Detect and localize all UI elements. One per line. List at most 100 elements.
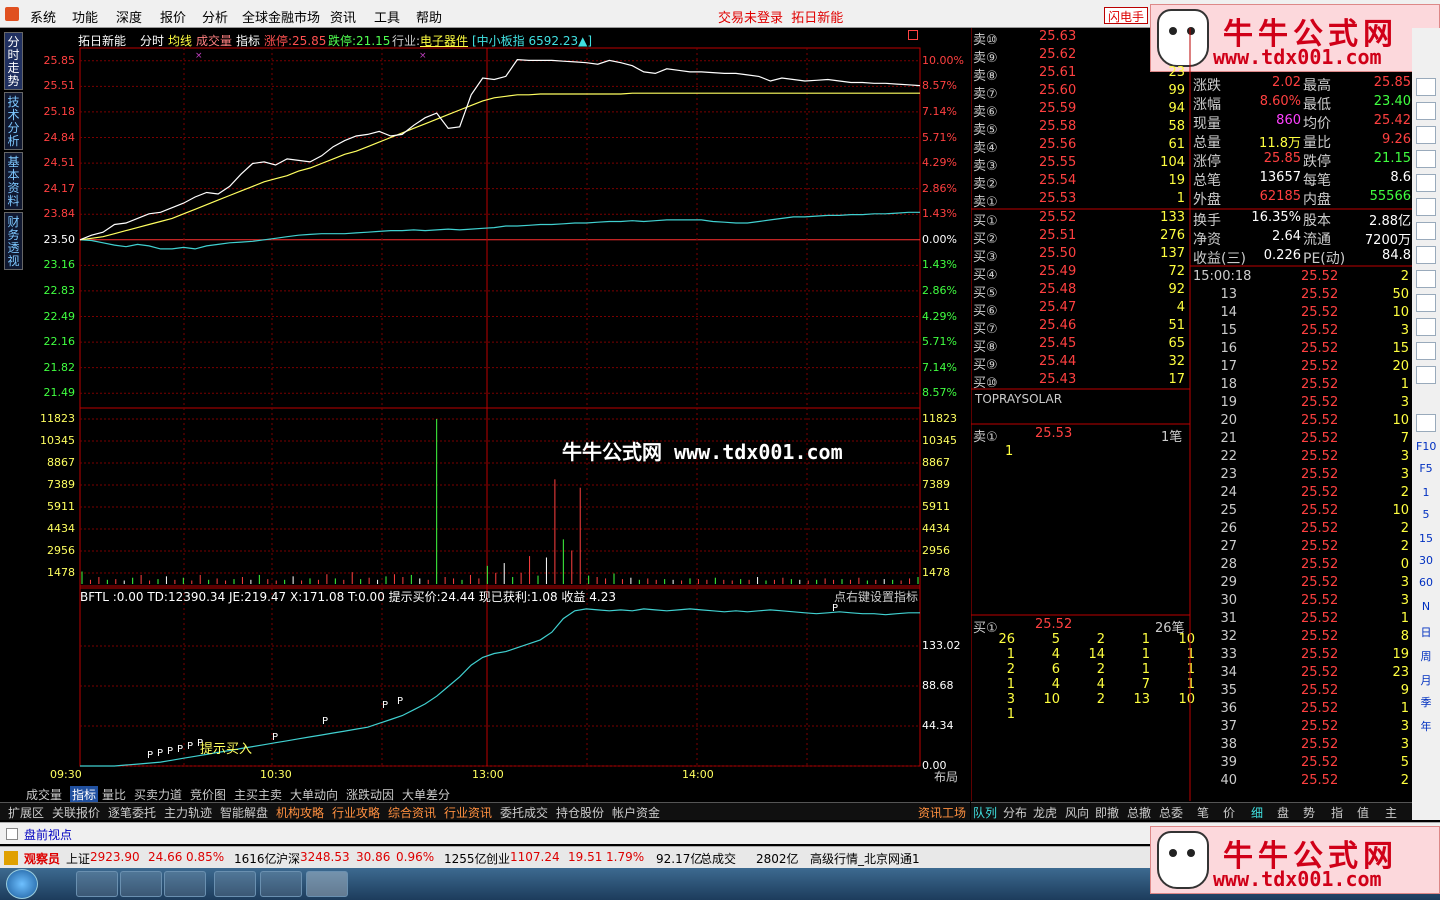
menu-news[interactable]: 资讯 — [330, 7, 356, 26]
ftab-orders[interactable]: 逐笔委托 — [108, 804, 156, 821]
toolbar-period-周[interactable]: 周 — [1416, 648, 1436, 666]
rtab-wind[interactable]: 风向 — [1065, 804, 1089, 821]
ftab-account[interactable]: 帐户资金 — [612, 804, 660, 821]
ftab-industry-news[interactable]: 行业资讯 — [444, 804, 492, 821]
rtab-index[interactable]: 指 — [1331, 804, 1343, 821]
toolbar-period-日[interactable]: 日 — [1416, 624, 1436, 642]
ftab-holdings[interactable]: 持仓股份 — [556, 804, 604, 821]
layout-button[interactable]: 布局 — [934, 768, 958, 785]
toolbar-period-年[interactable]: 年 — [1416, 718, 1436, 736]
rtab-book[interactable]: 盘 — [1277, 804, 1289, 821]
chart-tab-indicator[interactable]: 指标 — [236, 32, 260, 49]
login-status[interactable]: 交易未登录 拓日新能 — [718, 7, 843, 26]
chart-tab-fenshi[interactable]: 分时 — [140, 32, 164, 49]
toolbar-icon-1[interactable] — [1416, 78, 1436, 96]
taskbar-app-2-icon[interactable] — [120, 871, 162, 897]
menu-help[interactable]: 帮助 — [416, 7, 442, 26]
subtab-main-buy-sell[interactable]: 主买主卖 — [234, 786, 282, 802]
start-button-icon[interactable] — [6, 869, 38, 899]
premarket-link[interactable]: 盘前视点 — [24, 826, 72, 843]
toolbar-chart-icon[interactable] — [1416, 318, 1436, 336]
toolbar-icon-2[interactable] — [1416, 102, 1436, 120]
subtab-drivers[interactable]: 涨跌动因 — [346, 786, 394, 802]
menu-system[interactable]: 系统 — [30, 7, 56, 26]
rtab-cancel[interactable]: 即撤 — [1095, 804, 1119, 821]
toolbar-icon-3[interactable] — [1416, 126, 1436, 144]
taskbar-app-4-icon[interactable] — [214, 871, 256, 897]
rtab-dragon[interactable]: 龙虎 — [1033, 804, 1057, 821]
toolbar-period-季[interactable]: 季 — [1416, 694, 1436, 712]
flash-trade-button[interactable]: 闪电手 — [1104, 7, 1148, 24]
toolbar-icon-7[interactable] — [1416, 222, 1436, 240]
rtab-price[interactable]: 价 — [1223, 804, 1235, 821]
toolbar-icon-8[interactable] — [1416, 246, 1436, 264]
ftab-news[interactable]: 综合资讯 — [388, 804, 436, 821]
subtab-buy-sell-force[interactable]: 买卖力道 — [134, 786, 182, 802]
server-status[interactable]: 高级行情_北京网通1 — [810, 850, 920, 867]
menu-global-market[interactable]: 全球金融市场 — [242, 7, 320, 26]
subtab-auction[interactable]: 竞价图 — [190, 786, 226, 802]
taskbar-app-1-icon[interactable] — [76, 871, 118, 897]
subtab-volume[interactable]: 成交量 — [26, 786, 62, 802]
rtab-main[interactable]: 主 — [1385, 804, 1397, 821]
chart-tab-volume[interactable]: 成交量 — [196, 32, 232, 49]
rtab-detail[interactable]: 细 — [1251, 804, 1263, 821]
ftab-trades[interactable]: 委托成交 — [500, 804, 548, 821]
taskbar-app-5-icon[interactable] — [260, 871, 302, 897]
intraday-chart[interactable]: P P P P P P P P P P P × × 拓日新能 分时 均线 成交量 指标 涨停:25.85… — [22, 28, 970, 788]
toolbar-period-60[interactable]: 60 — [1416, 576, 1436, 594]
taskbar-app-3-icon[interactable] — [164, 871, 206, 897]
toolbar-chart2-icon[interactable] — [1416, 342, 1436, 360]
toolbar-period-15[interactable]: 15 — [1416, 532, 1436, 550]
rtab-bi[interactable]: 笔 — [1197, 804, 1209, 821]
chart-maximize-icon[interactable] — [908, 30, 918, 40]
rtab-dist[interactable]: 分布 — [1003, 804, 1027, 821]
industry-link[interactable]: 电子器件 — [420, 32, 468, 49]
toolbar-period-5[interactable]: 5 — [1416, 508, 1436, 526]
ftab-industry[interactable]: 行业攻略 — [332, 804, 380, 821]
menu-depth[interactable]: 深度 — [116, 7, 142, 26]
toolbar-pencil-icon[interactable] — [1416, 414, 1436, 432]
rtab-value[interactable]: 值 — [1357, 804, 1369, 821]
menu-function[interactable]: 功能 — [72, 7, 98, 26]
ftab-inst[interactable]: 机构攻略 — [276, 804, 324, 821]
tab-technical[interactable]: 技术分析 — [4, 92, 23, 150]
tab-intraday[interactable]: 分时走势 — [4, 32, 23, 90]
menu-analysis[interactable]: 分析 — [202, 7, 228, 26]
toolbar-icon-6[interactable] — [1416, 198, 1436, 216]
subtab-big-order[interactable]: 大单动向 — [290, 786, 338, 802]
tab-financials[interactable]: 财务透视 — [4, 212, 23, 270]
rtab-queue[interactable]: 队列 — [973, 804, 997, 821]
subtab-big-diff[interactable]: 大单差分 — [402, 786, 450, 802]
menu-quote[interactable]: 报价 — [160, 7, 186, 26]
toolbar-period-1[interactable]: 1 — [1416, 486, 1436, 504]
toolbar-icon-5[interactable] — [1416, 174, 1436, 192]
ftab-ext[interactable]: 扩展区 — [8, 804, 44, 821]
toolbar-chart3-icon[interactable] — [1416, 366, 1436, 384]
ftab-related[interactable]: 关联报价 — [52, 804, 100, 821]
tab-fundamentals[interactable]: 基本资料 — [4, 152, 23, 210]
subtab-indicator[interactable]: 指标 — [70, 786, 99, 802]
ftab-smart[interactable]: 智能解盘 — [220, 804, 268, 821]
rtab-trend[interactable]: 势 — [1303, 804, 1315, 821]
toolbar-icon-4[interactable] — [1416, 150, 1436, 168]
toolbar-icon-10[interactable] — [1416, 294, 1436, 312]
close-icon[interactable] — [6, 828, 18, 840]
indicator-settings-hint[interactable]: 点右键设置指标 — [834, 588, 918, 605]
subtab-volume-ratio[interactable]: 量比 — [102, 786, 126, 802]
menu-tools[interactable]: 工具 — [374, 7, 400, 26]
taskbar-app-6-icon[interactable] — [306, 871, 348, 897]
rtab-total-cancel[interactable]: 总撤 — [1127, 804, 1151, 821]
index-info[interactable]: [中小板指 6592.23▲] — [472, 32, 592, 49]
ftab-main-track[interactable]: 主力轨迹 — [164, 804, 212, 821]
toolbar-period-30[interactable]: 30 — [1416, 554, 1436, 572]
chart-tab-avg[interactable]: 均线 — [168, 32, 192, 49]
toolbar-period-F10[interactable]: F10 — [1416, 440, 1436, 458]
toolbar-icon-9[interactable] — [1416, 270, 1436, 288]
toolbar-period-F5[interactable]: F5 — [1416, 462, 1436, 480]
toolbar-period-月[interactable]: 月 — [1416, 672, 1436, 690]
ftab-info-factory[interactable]: 资讯工场 — [918, 804, 966, 821]
rtab-total-order[interactable]: 总委 — [1159, 804, 1183, 821]
watch-label[interactable]: 观察员 — [24, 850, 60, 867]
toolbar-period-N[interactable]: N — [1416, 600, 1436, 618]
